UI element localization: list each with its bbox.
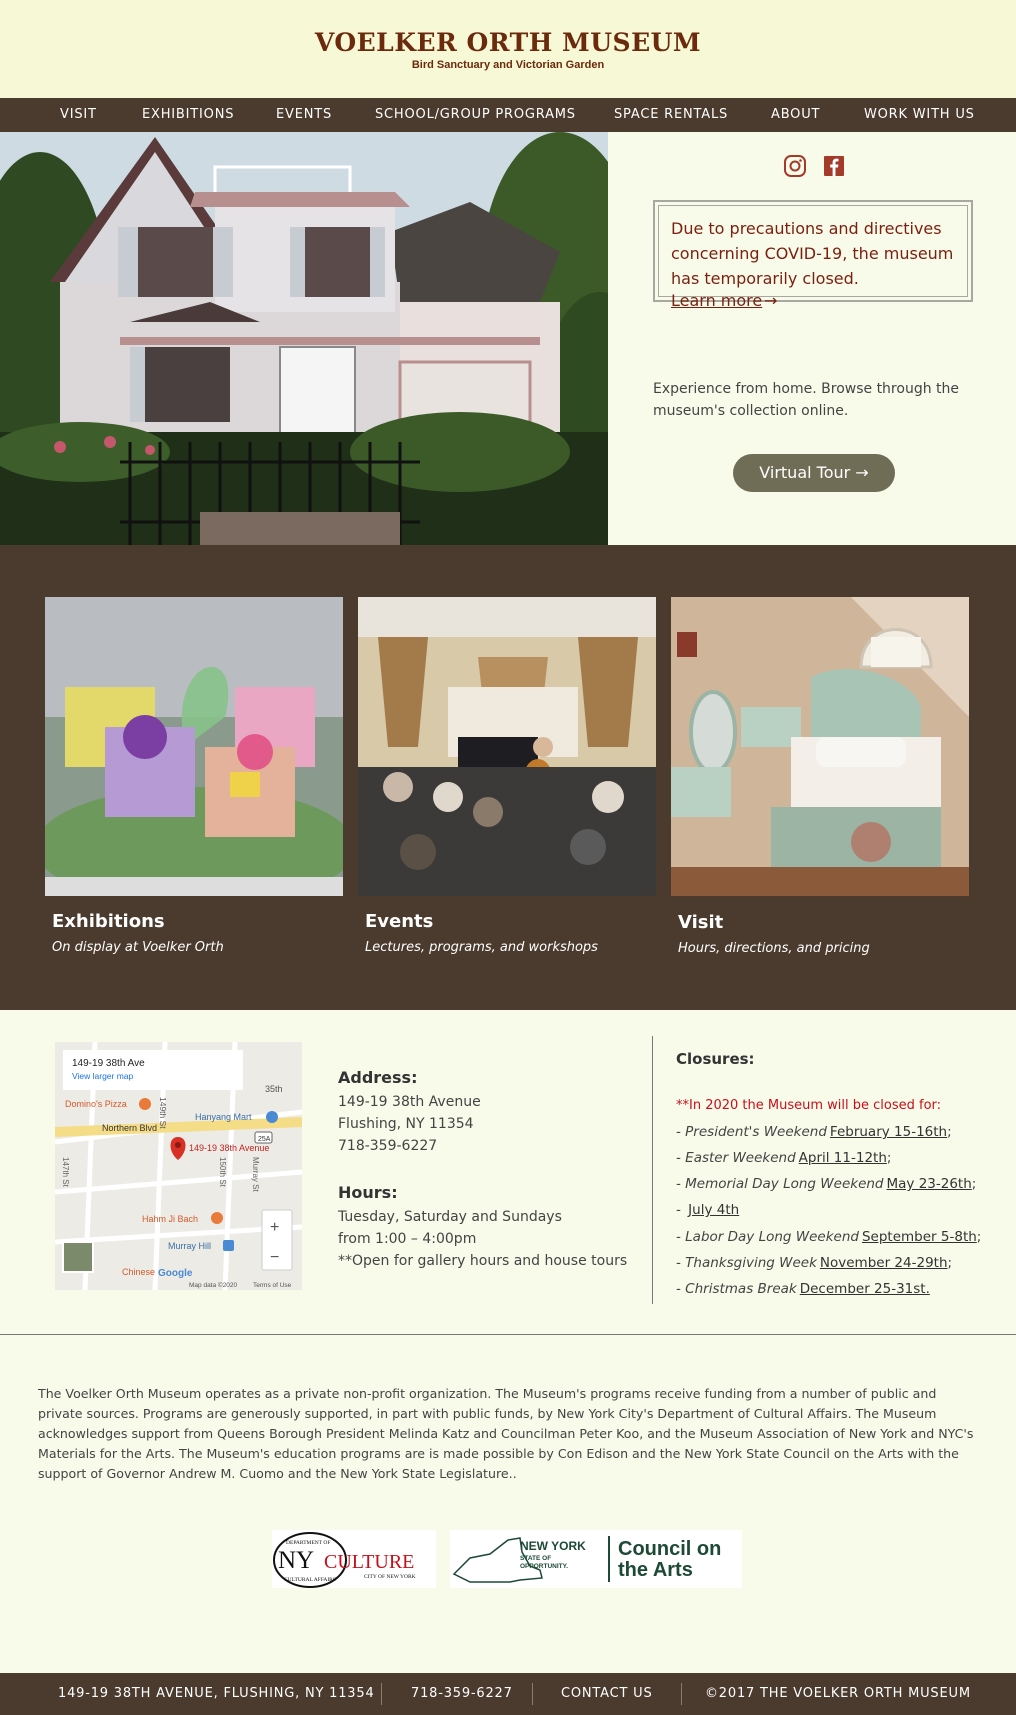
- nys-logo-sub-1: STATE OF: [520, 1555, 551, 1562]
- nyc-logo-ring-bottom: CULTURAL AFFAIRS: [284, 1577, 336, 1583]
- nav-work-with-us[interactable]: WORK WITH US: [864, 98, 975, 132]
- horizontal-divider: [0, 1334, 1016, 1335]
- footer-phone[interactable]: 718-359-6227: [411, 1673, 513, 1715]
- closure-date-link[interactable]: April 11-12th: [799, 1150, 887, 1166]
- council-logo-line-1: Council on: [618, 1538, 721, 1560]
- nys-logo-title: NEW YORK: [520, 1539, 586, 1553]
- map-marker-label: 149-19 38th Avenue: [189, 1143, 269, 1153]
- nyc-logo-ring-top: DEPARTMENT OF: [286, 1540, 330, 1546]
- map-label-chinese: Chinese: [122, 1267, 155, 1277]
- closure-date-link[interactable]: May 23-26th: [887, 1176, 972, 1192]
- hero-side-panel: Due to precautions and directives concer…: [608, 132, 1016, 545]
- events-card-image[interactable]: [358, 597, 656, 896]
- map-satellite-toggle[interactable]: [62, 1241, 94, 1273]
- nys-logo-sub-2: OPPORTUNITY.: [520, 1563, 568, 1570]
- card-subtitle-events: Lectures, programs, and workshops: [365, 940, 598, 955]
- closures-heading: Closures:: [676, 1050, 755, 1068]
- closure-date-link[interactable]: February 15-16th: [830, 1124, 947, 1140]
- nyc-logo-culture: CULTURE: [324, 1551, 414, 1573]
- nyc-logo-ny: NY: [278, 1547, 314, 1574]
- map-label-35th: 35th: [265, 1084, 283, 1094]
- map-attribution: Map data ©2020: [189, 1281, 238, 1289]
- closure-item: - Memorial Day Long Weekend May 23-26th;: [676, 1176, 977, 1192]
- card-title-visit[interactable]: Visit: [678, 912, 723, 933]
- footer-separator: [681, 1683, 682, 1705]
- closure-item: - Thanksgiving Week November 24-29th;: [676, 1255, 953, 1271]
- map-label-dominos: Domino's Pizza: [65, 1099, 127, 1109]
- vertical-divider: [652, 1036, 653, 1304]
- closure-item: - Christmas Break December 25-31st.: [676, 1281, 930, 1297]
- map-route-badge: 25A: [258, 1136, 271, 1143]
- map-label-149th: 149th St: [158, 1097, 168, 1129]
- site-footer: 149-19 38TH AVENUE, FLUSHING, NY 11354 7…: [0, 1673, 1016, 1715]
- address-line-1: 149-19 38th Avenue: [338, 1094, 481, 1110]
- closure-item: - Easter Weekend April 11-12th;: [676, 1150, 892, 1166]
- map-label-murray-hill: Murray Hill: [168, 1241, 211, 1251]
- hours-heading: Hours:: [338, 1183, 398, 1202]
- map-zoom-in-button[interactable]: +: [270, 1219, 279, 1236]
- map-label-hanyang: Hanyang Mart: [195, 1112, 252, 1122]
- footer-contact-link[interactable]: CONTACT US: [561, 1673, 653, 1715]
- map-label-150th: 150th St: [218, 1157, 227, 1188]
- closure-date-link[interactable]: July 4th: [688, 1202, 739, 1218]
- map-zoom-out-button[interactable]: −: [270, 1249, 279, 1266]
- phone-number[interactable]: 718-359-6227: [338, 1135, 437, 1157]
- hours-line-3: **Open for gallery hours and house tours: [338, 1253, 628, 1269]
- nav-events[interactable]: EVENTS: [276, 98, 332, 132]
- address-heading: Address:: [338, 1068, 418, 1087]
- instagram-icon[interactable]: [783, 154, 807, 178]
- nav-space-rentals[interactable]: SPACE RENTALS: [614, 98, 728, 132]
- closure-date-link[interactable]: December 25-31st.: [800, 1281, 930, 1297]
- hours-line-2: from 1:00 – 4:00pm: [338, 1231, 477, 1247]
- closures-note: **In 2020 the Museum will be closed for:: [676, 1098, 942, 1113]
- facebook-icon[interactable]: [822, 154, 846, 178]
- closure-date-link[interactable]: November 24-29th: [820, 1255, 948, 1271]
- visit-card-image[interactable]: [671, 597, 969, 896]
- arrow-right-icon: →: [764, 291, 778, 310]
- card-title-exhibitions[interactable]: Exhibitions: [52, 911, 165, 932]
- closure-item: - Labor Day Long Weekend September 5-8th;: [676, 1229, 982, 1245]
- map-label-northern-blvd: Northern Blvd: [102, 1123, 157, 1133]
- nysca-logo[interactable]: NEW YORK STATE OF OPPORTUNITY. Council o…: [450, 1530, 742, 1588]
- hero-house-photo: [0, 132, 608, 545]
- footer-separator: [381, 1683, 382, 1705]
- nav-exhibitions[interactable]: EXHIBITIONS: [142, 98, 234, 132]
- funding-statement: The Voelker Orth Museum operates as a pr…: [38, 1386, 974, 1481]
- site-subtitle: Bird Sanctuary and Victorian Garden: [411, 59, 605, 71]
- closure-item: - July 4th: [676, 1202, 740, 1218]
- main-nav: VISIT EXHIBITIONS EVENTS SCHOOL/GROUP PR…: [0, 98, 1016, 132]
- map-label-147th: 147th St: [61, 1157, 70, 1188]
- covid-notice-text: Due to precautions and directives concer…: [671, 219, 954, 288]
- virtual-intro-text: Experience from home. Browse through the…: [653, 381, 960, 419]
- map-google-logo: Google: [158, 1268, 193, 1279]
- card-title-events[interactable]: Events: [365, 911, 433, 932]
- closure-item: - President's Weekend February 15-16th;: [676, 1124, 952, 1140]
- map-label-murray-st: Murray St: [251, 1157, 260, 1192]
- hours-line-1: Tuesday, Saturday and Sundays: [338, 1209, 562, 1225]
- closure-date-link[interactable]: September 5-8th: [862, 1229, 977, 1245]
- address-line-2: Flushing, NY 11354: [338, 1116, 474, 1132]
- nav-visit[interactable]: VISIT: [60, 98, 97, 132]
- location-map[interactable]: 149-19 38th Ave View larger map 35th 149…: [55, 1042, 302, 1290]
- nav-about[interactable]: ABOUT: [771, 98, 820, 132]
- site-header: VOELKER ORTH MUSEUM Bird Sanctuary and V…: [0, 0, 1016, 98]
- virtual-tour-button[interactable]: Virtual Tour →: [733, 454, 895, 492]
- footer-address: 149-19 38TH AVENUE, FLUSHING, NY 11354: [58, 1686, 375, 1701]
- exhibitions-card-image[interactable]: [45, 597, 343, 896]
- nyc-culture-logo[interactable]: DEPARTMENT OF CULTURAL AFFAIRS NY CULTUR…: [272, 1530, 436, 1588]
- map-terms-link[interactable]: Terms of Use: [253, 1282, 292, 1289]
- map-view-larger-link[interactable]: View larger map: [72, 1071, 134, 1081]
- covid-notice: Due to precautions and directives concer…: [653, 200, 973, 310]
- learn-more-link[interactable]: Learn more: [671, 291, 762, 310]
- footer-copyright: ©2017 THE VOELKER ORTH MUSEUM: [705, 1686, 971, 1701]
- card-subtitle-exhibitions: On display at Voelker Orth: [52, 940, 224, 955]
- map-place-name: 149-19 38th Ave: [72, 1058, 145, 1069]
- site-title[interactable]: VOELKER ORTH MUSEUM: [0, 28, 1016, 57]
- map-label-hahm-ji-bach: Hahm Ji Bach: [142, 1214, 198, 1224]
- footer-separator: [532, 1683, 533, 1705]
- council-logo-line-2: the Arts: [618, 1559, 693, 1581]
- nyc-logo-city: CITY OF NEW YORK: [364, 1574, 416, 1580]
- nav-school-group-programs[interactable]: SCHOOL/GROUP PROGRAMS: [375, 98, 576, 132]
- card-subtitle-visit: Hours, directions, and pricing: [678, 941, 870, 956]
